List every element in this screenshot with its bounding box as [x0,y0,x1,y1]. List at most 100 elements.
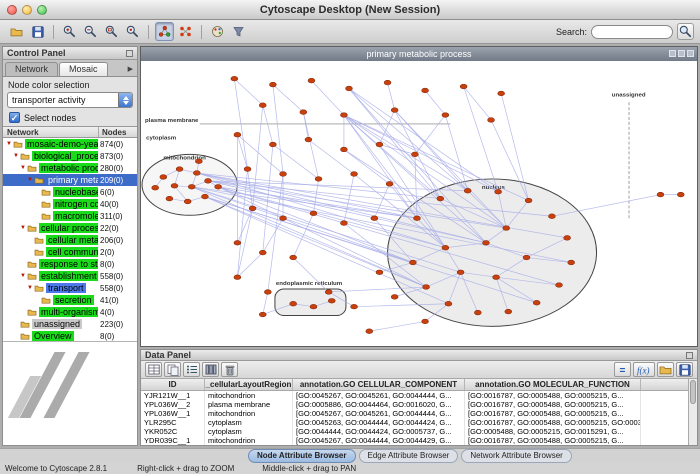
network-node[interactable] [234,275,241,280]
data-panel-float-button[interactable] [686,352,693,359]
tree-item-unassigned[interactable]: unassigned223(0) [3,318,137,330]
network-node[interactable] [269,82,276,87]
network-edge[interactable] [273,85,303,113]
tree-expander-icon[interactable]: ▼ [12,150,20,162]
table-cell[interactable]: [GO:0016787, GO:0005488, GO:0005215, G..… [465,436,641,445]
tree-column-nodes[interactable]: Nodes [99,127,137,137]
network-node[interactable] [445,301,452,306]
network-node[interactable] [437,196,444,201]
network-edge[interactable] [369,321,425,331]
network-edge[interactable] [344,174,354,223]
table-cell[interactable]: cytoplasm [205,427,293,436]
search-icon[interactable] [677,23,694,40]
network-node[interactable] [259,312,266,317]
table-cell[interactable]: YLR295C [141,418,205,427]
column-header-3[interactable]: annotation.GO CELLULAR_COMPONENT [293,379,465,390]
column-header-1[interactable]: ID [141,379,205,390]
table-cell[interactable]: YPL036W__1 [141,409,205,418]
network-node[interactable] [423,285,430,290]
network-node[interactable] [442,113,449,118]
zoom-out-icon[interactable] [81,22,100,41]
tree-item-mosaic-demo-yeast[interactable]: ▼mosaic-demo-yeast874(0) [3,138,137,150]
table-cell[interactable]: [GO:0016787, GO:0005488, GO:0005215, G..… [465,409,641,418]
network-edge[interactable] [237,253,262,278]
tree-item-cellular-process[interactable]: ▼cellular process22(0) [3,222,137,234]
filter-icon[interactable] [229,22,248,41]
network-node[interactable] [391,108,398,113]
tree-expander-icon[interactable]: ▼ [26,174,34,186]
table-row[interactable]: YPL036W__1mitochondrion[GO:0045267, GO:0… [141,409,688,418]
network-edge[interactable] [234,79,262,106]
table-cell[interactable]: mitochondrion [205,409,293,418]
network-node[interactable] [166,196,173,201]
zoom-fit-icon[interactable] [123,22,142,41]
network-edge[interactable] [388,83,395,111]
network-edge[interactable] [308,140,354,174]
network-node[interactable] [568,260,575,265]
network-node[interactable] [422,88,429,93]
network-edge[interactable] [263,105,273,144]
frame-minimize-icon[interactable] [669,50,676,57]
first-neighbors-icon[interactable] [155,22,174,41]
network-node[interactable] [525,198,532,203]
tree-item-multi-organism-process[interactable]: multi-organism process4(0) [3,306,137,318]
network-edge[interactable] [311,81,343,115]
network-edge[interactable] [344,115,498,192]
network-node[interactable] [474,310,481,315]
tree-expander-icon[interactable]: ▼ [19,162,27,174]
network-node[interactable] [457,270,464,275]
network-node[interactable] [201,194,208,199]
network-node[interactable] [259,103,266,108]
network-node[interactable] [493,275,500,280]
node-color-combobox[interactable]: transporter activity [7,92,133,108]
tree-item-secretion[interactable]: secretion41(0) [3,294,137,306]
network-node[interactable] [464,188,471,193]
network-node[interactable] [305,137,312,142]
combobox-arrows-icon[interactable] [118,93,132,107]
network-node[interactable] [488,118,495,123]
table-cell[interactable]: cytoplasm [205,418,293,427]
network-node[interactable] [351,304,358,309]
table-cell[interactable]: YDR039C__1 [141,436,205,445]
network-edge[interactable] [237,135,247,169]
save-session-icon[interactable] [28,22,47,41]
network-node[interactable] [657,192,664,197]
network-node[interactable] [315,177,322,182]
network-node[interactable] [340,113,347,118]
select-attributes-icon[interactable] [145,362,162,377]
table-cell[interactable]: [GO:0016787, GO:0005488, GO:0005215, G..… [465,391,641,400]
tree-item-cellular-metabolic-process[interactable]: cellular metabolic process206(0) [3,234,137,246]
tree-item-establishment-of-localizatio[interactable]: ▼establishment of localization558(0) [3,270,137,282]
network-node[interactable] [498,91,505,96]
tree-item-biological-process[interactable]: ▼biological_process873(0) [3,150,137,162]
table-row[interactable]: YJR121W__1mitochondrion[GO:0045267, GO:0… [141,391,688,400]
table-cell[interactable]: YKR052C [141,427,205,436]
network-node[interactable] [290,255,297,260]
search-input[interactable] [591,25,673,39]
table-cell[interactable]: [GO:0016787, GO:0005488, GO:0005215, G..… [465,400,641,409]
table-cell[interactable]: [GO:0045267, GO:0045261, GO:0044444, G..… [293,409,465,418]
network-node[interactable] [411,152,418,157]
attribute-list-icon[interactable] [183,362,200,377]
network-node[interactable] [249,206,256,211]
network-edge[interactable] [464,87,491,120]
network-node[interactable] [346,86,353,91]
table-cell[interactable]: [GO:0016787, GO:0005488, GO:0005215, GO:… [465,418,641,427]
network-node[interactable] [308,78,315,83]
network-node[interactable] [495,189,502,194]
network-node[interactable] [310,304,317,309]
tab-edge-attribute-browser[interactable]: Edge Attribute Browser [359,449,459,463]
network-edge[interactable] [263,292,268,315]
network-node[interactable] [376,142,383,147]
network-edge[interactable] [344,115,440,199]
network-node[interactable] [384,80,391,85]
network-node[interactable] [280,216,287,221]
network-node[interactable] [264,290,271,295]
tree-item-cell-communication[interactable]: cell communication2(0) [3,246,137,258]
import-attributes-icon[interactable] [657,362,674,377]
zoom-in-icon[interactable] [60,22,79,41]
table-cell[interactable]: [GO:0044444, GO:0044424, GO:0005737, G..… [293,427,465,436]
network-node[interactable] [460,84,467,89]
column-header-2[interactable]: _cellularLayoutRegion [205,379,293,390]
network-node[interactable] [564,236,571,241]
